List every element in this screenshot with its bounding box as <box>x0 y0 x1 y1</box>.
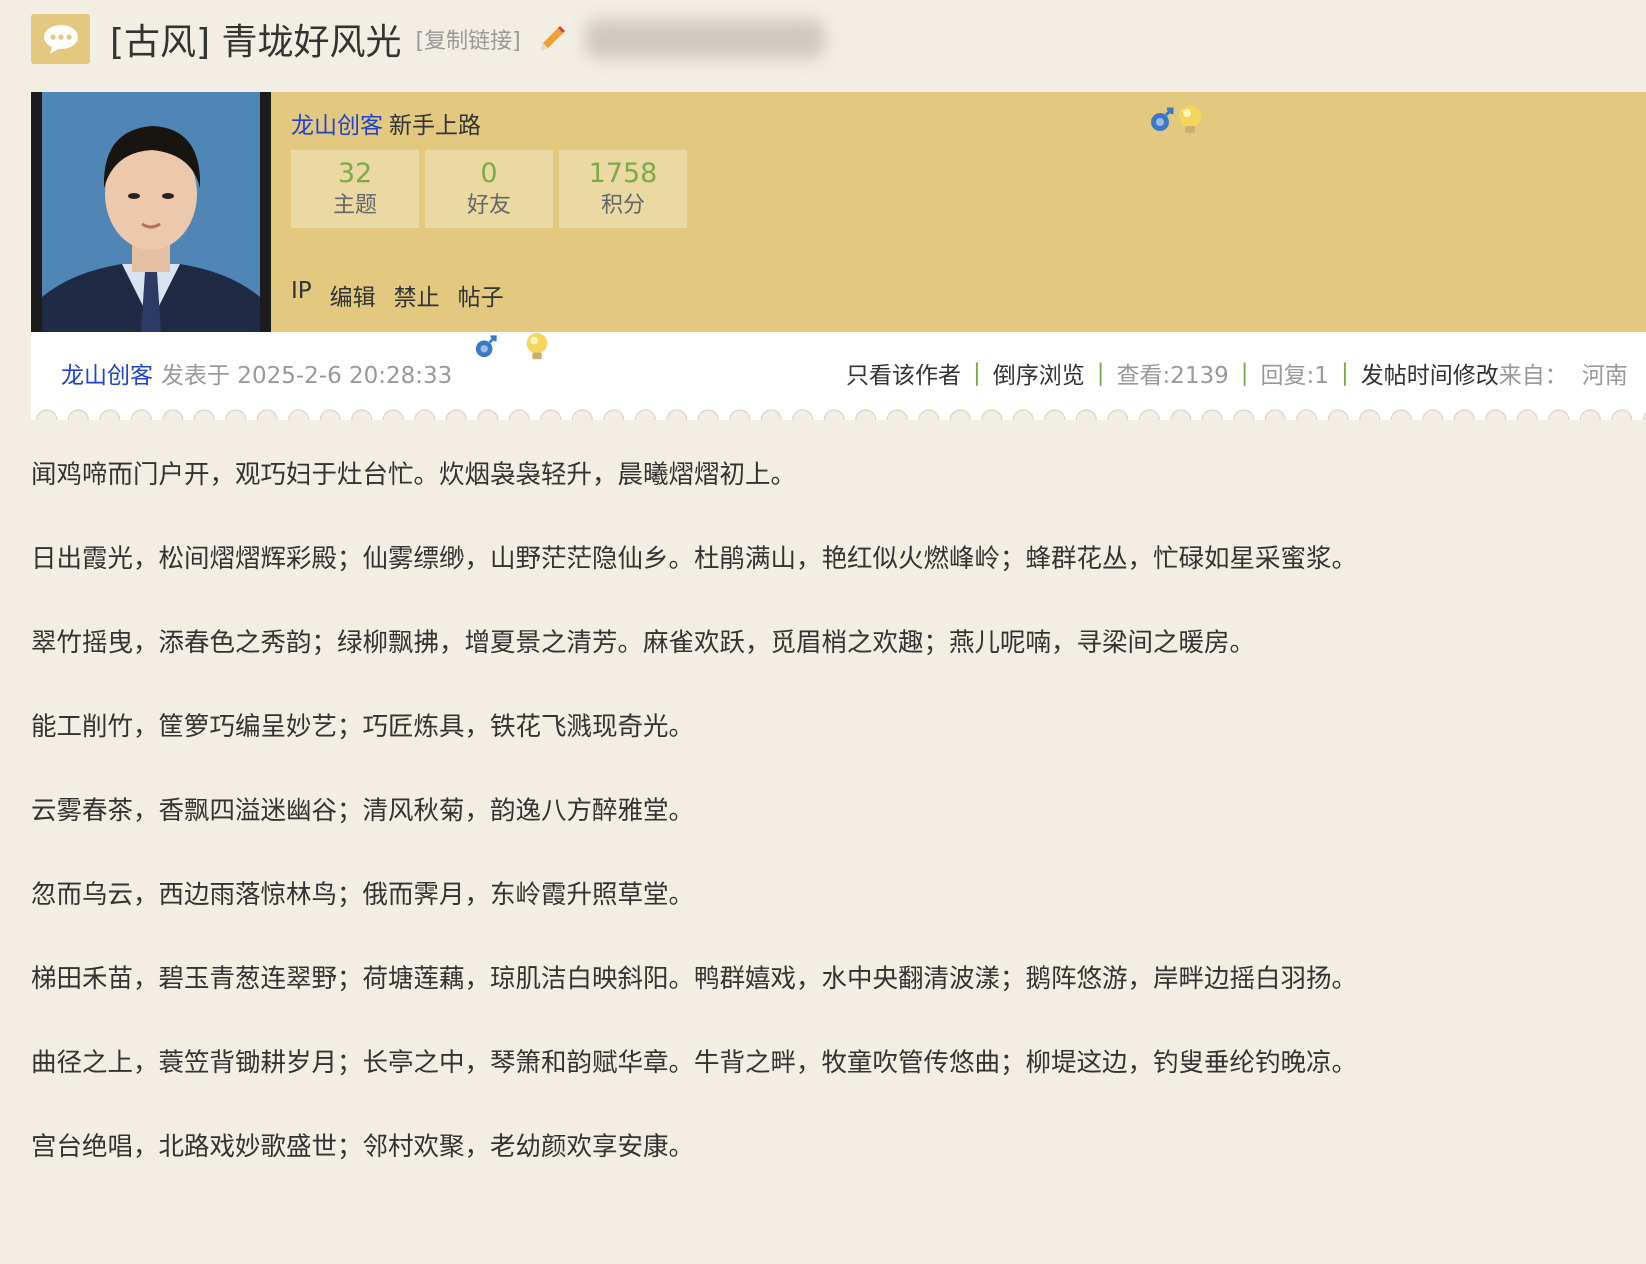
post-paragraph: 曲径之上，蓑笠背锄耕岁月；长亭之中，琴箫和韵赋华章。牛背之畔，牧童吹管传悠曲；柳… <box>31 1048 1358 1078</box>
scallop-border <box>31 402 1646 420</box>
stat-friends-label: 好友 <box>466 193 511 218</box>
stat-threads-label: 主题 <box>332 193 377 218</box>
post-paragraph: 闻鸡啼而门户开，观巧妇于灶台忙。炊烟袅袅轻升，晨曦熠熠初上。 <box>31 460 797 490</box>
separator: | <box>1340 360 1349 386</box>
lightbulb-icon <box>524 332 550 366</box>
stat-points[interactable]: 1758 积分 <box>559 150 687 228</box>
from-location: 河南 <box>1581 363 1628 389</box>
only-author-link[interactable]: 只看该作者 <box>846 356 961 390</box>
edit-user-link[interactable]: 编辑 <box>330 278 376 312</box>
post-paragraph: 翠竹摇曳，添春色之秀韵；绿柳飘拂，增夏景之清芳。麻雀欢跃，觅眉梢之欢趣；燕儿呢喃… <box>31 628 1256 658</box>
avatar[interactable] <box>31 92 271 332</box>
thread-header: [古风] 青垅好风光 [复制链接] <box>31 14 825 64</box>
post-paragraph: 宫台绝唱，北路戏妙歌盛世；邻村欢聚，老幼颜欢享安康。 <box>31 1132 695 1162</box>
from-label: 来自： <box>1498 363 1568 389</box>
reply-count: 回复:1 <box>1260 363 1329 389</box>
post-timestamp: 发表于 2025-2-6 20:28:33 <box>161 363 453 389</box>
stat-threads[interactable]: 32 主题 <box>291 150 419 228</box>
pencil-icon[interactable] <box>537 24 567 54</box>
medal-group <box>1149 104 1203 140</box>
stat-points-label: 积分 <box>600 193 645 218</box>
stat-threads-value: 32 <box>337 158 373 189</box>
post-paragraph: 日出霞光，松间熠熠辉彩殿；仙雾缥缈，山野茫茫隐仙乡。杜鹃满山，艳红似火燃峰岭；蜂… <box>31 544 1358 574</box>
male-icon <box>474 332 498 366</box>
thread-title: [古风] 青垅好风光 <box>110 22 402 63</box>
ip-link[interactable]: IP <box>291 278 312 312</box>
male-icon <box>1149 104 1175 140</box>
post-paragraph: 能工削竹，筐箩巧编呈妙艺；巧匠炼具，铁花飞溅现奇光。 <box>31 712 695 742</box>
separator: | <box>1240 360 1249 386</box>
edit-post-time-link[interactable]: 发帖时间修改 <box>1361 356 1499 390</box>
user-posts-link[interactable]: 帖子 <box>458 278 504 312</box>
ban-user-link[interactable]: 禁止 <box>394 278 440 312</box>
chat-bubble-icon <box>31 14 90 64</box>
post-meta-bar: 龙山创客 发表于 2025-2-6 20:28:33 只看该作者 | 倒序浏览 |… <box>31 332 1646 420</box>
post-paragraph: 忽而乌云，西边雨落惊林鸟；俄而霁月，东岭霞升照草堂。 <box>31 880 695 910</box>
stat-friends-value: 0 <box>480 158 498 189</box>
stat-points-value: 1758 <box>588 158 658 189</box>
lightbulb-icon <box>1177 104 1203 140</box>
author-card: 龙山创客 新手上路 32 主题 0 好友 1758 积分 IP 编辑 禁止 帖子 <box>31 92 1646 332</box>
post-content: 闻鸡啼而门户开，观巧妇于灶台忙。炊烟袅袅轻升，晨曦熠熠初上。 日出霞光，松间熠熠… <box>31 458 1631 1214</box>
post-author-link[interactable]: 龙山创客 <box>61 363 153 389</box>
admin-links: IP 编辑 禁止 帖子 <box>291 278 504 312</box>
author-name-link[interactable]: 龙山创客 <box>291 113 383 139</box>
post-paragraph: 云雾春茶，香飘四溢迷幽谷；清风秋菊，韵逸八方醉雅堂。 <box>31 796 695 826</box>
separator: | <box>973 360 981 386</box>
meta-medal-group <box>474 332 550 366</box>
copy-link-button[interactable]: [复制链接] <box>416 23 521 55</box>
author-stats: 32 主题 0 好友 1758 积分 <box>291 150 687 228</box>
author-name-row: 龙山创客 新手上路 <box>291 106 481 140</box>
post-paragraph: 梯田禾苗，碧玉青葱连翠野；荷塘莲藕，琼肌洁白映斜阳。鸭群嬉戏，水中央翻清波漾；鹅… <box>31 964 1358 994</box>
reverse-order-link[interactable]: 倒序浏览 <box>993 356 1085 390</box>
view-count: 查看:2139 <box>1116 363 1229 389</box>
blurred-author-name <box>584 19 825 59</box>
post-actions: 只看该作者 | 倒序浏览 | 查看:2139 | 回复:1 | 发帖时间修改 来… <box>846 356 1628 390</box>
stat-friends[interactable]: 0 好友 <box>425 150 553 228</box>
separator: | <box>1096 360 1105 386</box>
post-author-info: 龙山创客 发表于 2025-2-6 20:28:33 <box>61 356 452 390</box>
author-rank: 新手上路 <box>389 113 481 139</box>
